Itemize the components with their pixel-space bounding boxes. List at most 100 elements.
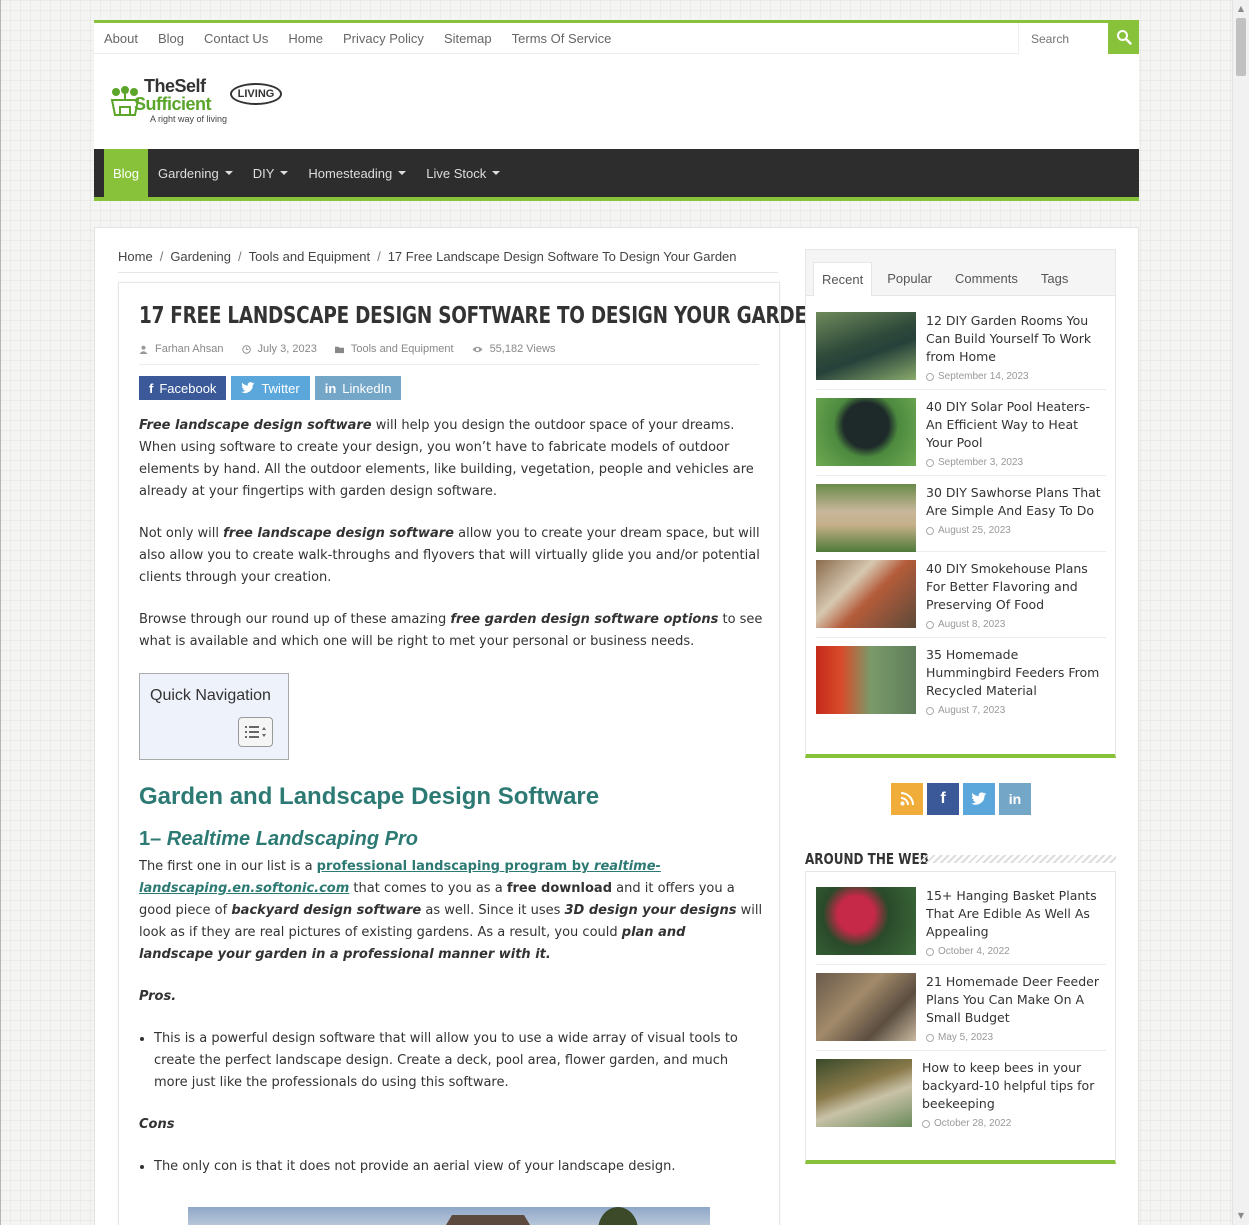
post-author[interactable]: Farhan Ahsan	[139, 343, 224, 364]
header-logo-area: TheSelf Sufficient LIVING A right way of…	[94, 54, 1139, 149]
breadcrumb-home[interactable]: Home	[118, 249, 153, 264]
linkedin-icon[interactable]: in	[999, 783, 1031, 815]
date-text: August 7, 2023	[938, 705, 1006, 716]
post-thumbnail[interactable]	[816, 312, 916, 380]
site-logo[interactable]: TheSelf Sufficient LIVING A right way of…	[108, 70, 283, 130]
tab-tags[interactable]: Tags	[1033, 262, 1076, 295]
top-nav: About Blog Contact Us Home Privacy Polic…	[104, 23, 631, 54]
post-link[interactable]: How to keep bees in your backyard-10 hel…	[922, 1059, 1106, 1113]
main-nav-blog[interactable]: Blog	[104, 149, 149, 197]
post-date-text: July 3, 2023	[257, 343, 317, 355]
post-thumbnail[interactable]	[816, 560, 916, 628]
tab-recent[interactable]: Recent	[813, 262, 873, 296]
twitter-icon[interactable]	[963, 783, 995, 815]
post-views: 55,182 Views	[472, 343, 555, 364]
post-date: October 4, 2022	[926, 946, 1106, 964]
post-thumbnail[interactable]	[816, 646, 916, 714]
caret-down-icon	[398, 171, 407, 175]
around-the-web-heading: AROUND THE WEB	[805, 848, 1116, 870]
tab-comments[interactable]: Comments	[947, 262, 1026, 295]
list-item[interactable]: 40 DIY Smokehouse Plans For Better Flavo…	[816, 560, 1106, 638]
toc-toggle-button[interactable]	[238, 717, 273, 747]
paragraph-1: Free landscape design software will help…	[139, 415, 764, 503]
list-item[interactable]: 21 Homemade Deer Feeder Plans You Can Ma…	[816, 973, 1106, 1051]
page-scrollbar[interactable]: ▲ ▼	[1232, 0, 1249, 1225]
top-nav-home[interactable]: Home	[288, 31, 323, 46]
post-content: Free landscape design software will help…	[139, 415, 764, 1198]
post-category[interactable]: Tools and Equipment	[334, 343, 454, 364]
linkedin-icon: in	[324, 380, 337, 396]
content-container: Home / Gardening / Tools and Equipment / 17 Fr…	[94, 227, 1139, 1225]
subsection-title: – Realtime Landscaping Pro	[150, 828, 418, 850]
logo-text-sufficient: Sufficient	[134, 94, 212, 114]
post-date: August 25, 2023	[926, 525, 1106, 543]
date-text: August 8, 2023	[938, 619, 1006, 630]
post-link[interactable]: 40 DIY Smokehouse Plans For Better Flavo…	[926, 560, 1106, 614]
search-input[interactable]	[1019, 23, 1108, 54]
scrollbar-thumb[interactable]	[1236, 18, 1246, 76]
breadcrumb-tools-and-equipment[interactable]: Tools and Equipment	[249, 249, 370, 264]
twitter-icon	[241, 382, 255, 393]
top-nav-contact-us[interactable]: Contact Us	[204, 31, 268, 46]
post-thumbnail[interactable]	[816, 887, 916, 955]
post-thumbnail[interactable]	[816, 973, 916, 1041]
list-item[interactable]: 12 DIY Garden Rooms You Can Build Yourse…	[816, 312, 1106, 390]
top-nav-privacy-policy[interactable]: Privacy Policy	[343, 31, 424, 46]
search-button[interactable]	[1108, 20, 1139, 54]
logo-tagline: A right way of living	[150, 114, 228, 124]
share-facebook-button[interactable]: f Facebook	[139, 376, 227, 400]
house-roof-shape	[428, 1215, 548, 1225]
facebook-icon[interactable]: f	[927, 783, 959, 815]
share-linkedin-button[interactable]: in LinkedIn	[314, 376, 402, 400]
social-icons: f in	[891, 783, 1035, 815]
breadcrumb-gardening[interactable]: Gardening	[170, 249, 231, 264]
post-thumbnail[interactable]	[816, 398, 916, 466]
recent-posts-list: 12 DIY Garden Rooms You Can Build Yourse…	[816, 312, 1106, 731]
share-twitter-button[interactable]: Twitter	[231, 376, 310, 400]
clock-icon	[922, 1119, 930, 1128]
around-the-web-widget: 15+ Hanging Basket Plants That Are Edibl…	[805, 871, 1116, 1164]
emphasis: free garden design software options	[450, 612, 719, 627]
post-thumbnail[interactable]	[816, 484, 916, 552]
scroll-down-arrow-icon[interactable]: ▼	[1236, 1211, 1246, 1221]
date-text: September 14, 2023	[938, 371, 1029, 382]
emphasis: backyard design software	[231, 903, 422, 918]
rss-icon[interactable]	[891, 783, 923, 815]
quick-navigation-box: Quick Navigation	[139, 673, 289, 760]
share-twitter-label: Twitter	[261, 380, 300, 396]
post-thumbnail[interactable]	[816, 1059, 912, 1127]
main-nav-gardening[interactable]: Gardening	[148, 149, 243, 197]
clock-icon	[926, 947, 934, 956]
clock-icon	[926, 1033, 934, 1042]
tab-popular[interactable]: Popular	[879, 262, 940, 295]
post-link[interactable]: 15+ Hanging Basket Plants That Are Edibl…	[926, 887, 1106, 941]
list-item[interactable]: 30 DIY Sawhorse Plans That Are Simple An…	[816, 484, 1106, 552]
post-link[interactable]: 21 Homemade Deer Feeder Plans You Can Ma…	[926, 973, 1106, 1027]
main-nav-homesteading[interactable]: Homesteading	[298, 149, 416, 197]
subsection-number: 1	[139, 828, 151, 850]
main-nav-live-stock[interactable]: Live Stock	[416, 149, 510, 197]
list-item[interactable]: 40 DIY Solar Pool Heaters-An Efficient W…	[816, 398, 1106, 476]
tree-shape	[598, 1207, 638, 1225]
post-date: August 8, 2023	[926, 619, 1106, 637]
top-nav-about[interactable]: About	[104, 31, 138, 46]
share-linkedin-label: LinkedIn	[342, 380, 392, 396]
main-nav-diy[interactable]: DIY	[243, 149, 299, 197]
post-date: August 7, 2023	[926, 705, 1106, 723]
scroll-up-arrow-icon[interactable]: ▲	[1236, 4, 1246, 14]
text: The first one in our list is a	[139, 859, 317, 874]
heading-stripes	[919, 855, 1116, 863]
post-link[interactable]: 40 DIY Solar Pool Heaters-An Efficient W…	[926, 398, 1106, 452]
top-nav-terms-of-service[interactable]: Terms Of Service	[512, 31, 612, 46]
emphasis: Free landscape design software	[139, 418, 372, 433]
top-nav-blog[interactable]: Blog	[158, 31, 184, 46]
list-item[interactable]: 15+ Hanging Basket Plants That Are Edibl…	[816, 887, 1106, 965]
date-text: September 3, 2023	[938, 457, 1024, 468]
tabs-widget: Recent Popular Comments Tags 12 DIY Gard…	[805, 249, 1116, 758]
post-link[interactable]: 12 DIY Garden Rooms You Can Build Yourse…	[926, 312, 1106, 366]
top-nav-sitemap[interactable]: Sitemap	[444, 31, 492, 46]
post-link[interactable]: 35 Homemade Hummingbird Feeders From Rec…	[926, 646, 1106, 700]
post-link[interactable]: 30 DIY Sawhorse Plans That Are Simple An…	[926, 484, 1106, 520]
list-item[interactable]: 35 Homemade Hummingbird Feeders From Rec…	[816, 646, 1106, 723]
list-item[interactable]: How to keep bees in your backyard-10 hel…	[816, 1059, 1106, 1136]
